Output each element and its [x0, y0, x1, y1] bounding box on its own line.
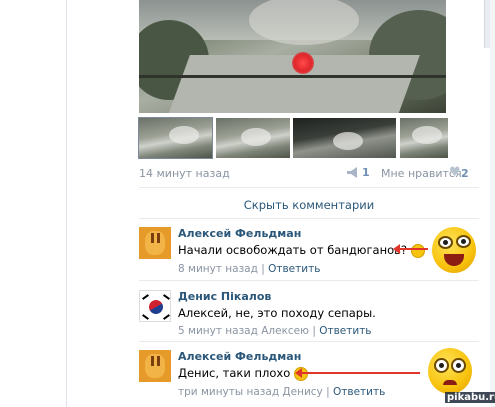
thumb-detail — [241, 128, 271, 146]
comment-text: Денис, таки плохо — [178, 366, 308, 381]
flag-trigram — [163, 314, 170, 320]
emoji-pupil — [443, 240, 448, 245]
avatar-face — [145, 231, 165, 255]
flag-trigram — [142, 294, 149, 300]
comment-time[interactable]: 8 минут назад — [178, 263, 258, 275]
emoji-pupil — [456, 363, 461, 368]
divider — [139, 280, 479, 281]
big-worried-emoji-icon — [428, 348, 472, 394]
post-photo[interactable] — [139, 0, 446, 113]
reply-link[interactable]: Ответить — [319, 325, 371, 337]
hide-comments-link[interactable]: Скрыть комментарии — [139, 198, 479, 212]
comment-time[interactable]: 5 минут назад Алексею — [178, 325, 309, 337]
megaphone-icon[interactable] — [346, 167, 359, 178]
reply-link[interactable]: Ответить — [268, 263, 320, 275]
emoji-pupil — [439, 363, 444, 368]
comment-text-body: Начали освобождать от бандюганов? — [178, 243, 408, 257]
comment-author[interactable]: Алексей Фельдман — [178, 350, 301, 363]
flag-trigram — [163, 294, 170, 300]
thumb-detail — [333, 132, 363, 150]
comment-text: Начали освобождать от бандюганов? — [178, 243, 425, 258]
emoji-mouth — [443, 380, 457, 385]
page-scrollbar[interactable] — [490, 0, 495, 407]
avatar-face — [145, 354, 165, 378]
avatar-stripe — [157, 233, 160, 243]
post-time[interactable]: 14 минут назад — [139, 167, 230, 180]
flag-taegeuk — [146, 297, 166, 317]
red-arrow-icon — [393, 244, 428, 254]
comment-text-body: Денис, таки плохо — [178, 366, 291, 380]
avatar[interactable] — [139, 227, 171, 259]
photo-thumbnail-1[interactable] — [138, 117, 213, 159]
divider — [139, 341, 479, 342]
comment-meta: три минуты назад Денису | Ответить — [178, 386, 385, 398]
comment-meta: 5 минут назад Алексею | Ответить — [178, 325, 372, 337]
like-count[interactable]: 2 — [461, 167, 469, 180]
thumb-detail — [169, 126, 199, 144]
meta-separator: | — [326, 386, 330, 398]
comment-time[interactable]: три минуты назад Денису — [178, 386, 323, 398]
emoji-mouth — [444, 254, 464, 266]
comment-text: Алексей, не, это походу сепары. — [178, 306, 376, 320]
emoji-pupil — [461, 239, 466, 244]
divider — [139, 187, 479, 188]
avatar-stripe — [151, 356, 154, 366]
avatar[interactable] — [139, 350, 171, 382]
photo-thumbnail-3[interactable] — [293, 118, 396, 158]
avatar-stripe — [157, 356, 160, 366]
comment-author[interactable]: Денис Пікалов — [178, 290, 271, 303]
photo-fence — [139, 75, 446, 78]
thumb-detail — [412, 126, 442, 144]
avatar-stripe — [151, 233, 154, 243]
meta-separator: | — [261, 263, 265, 275]
big-grin-emoji-icon — [432, 227, 476, 273]
smiley-emoji-icon — [410, 243, 425, 258]
content-left-border — [66, 0, 67, 407]
heart-icon[interactable]: ♥ — [449, 165, 461, 180]
comment-meta: 8 минут назад | Ответить — [178, 263, 320, 275]
share-count[interactable]: 1 — [362, 166, 370, 179]
photo-red-marker — [292, 52, 314, 74]
meta-separator: | — [312, 325, 316, 337]
comment-author[interactable]: Алексей Фельдман — [178, 227, 301, 240]
photo-thumbnail-4[interactable] — [400, 118, 448, 158]
flag-trigram — [142, 314, 149, 320]
reply-link[interactable]: Ответить — [333, 386, 385, 398]
avatar[interactable] — [139, 290, 171, 322]
watermark: pikabu.ru — [445, 392, 495, 403]
divider — [139, 218, 479, 219]
photo-thumbnail-2[interactable] — [216, 118, 290, 158]
red-arrow-icon — [295, 368, 420, 378]
